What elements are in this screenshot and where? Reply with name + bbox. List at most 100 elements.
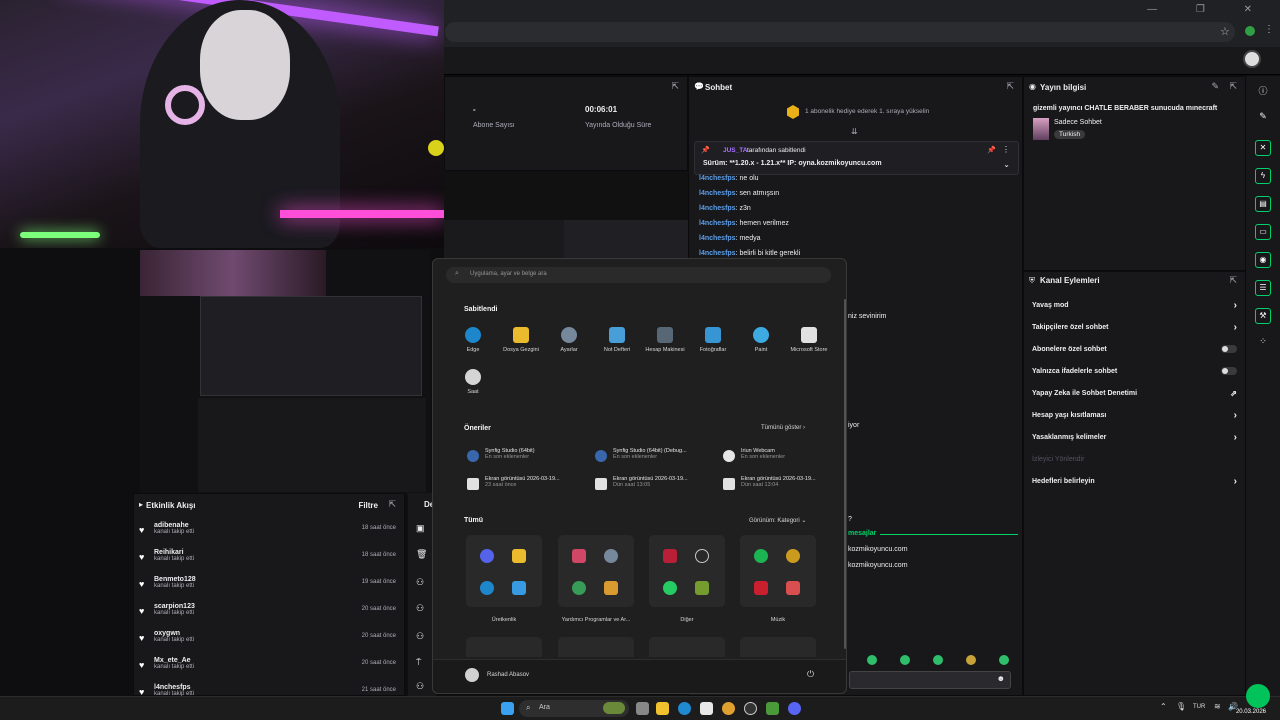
list-item[interactable]: ♥ adibenahe kanalı takip etti 18 saat önce xyxy=(134,522,404,549)
emote-icon[interactable] xyxy=(966,655,976,665)
window-controls[interactable]: — ❐ ✕ xyxy=(1147,4,1270,15)
folder-other[interactable] xyxy=(649,535,725,607)
edit-icon[interactable]: ✎ xyxy=(1211,81,1219,92)
user-name[interactable]: Rashad Abasov xyxy=(487,672,529,678)
power-icon[interactable]: ⏻ xyxy=(807,669,814,680)
chat-icon[interactable]: ▭ xyxy=(1255,224,1271,240)
chat-username[interactable]: l4nchesfps xyxy=(699,250,736,257)
taskbar-search[interactable]: ⌕ Ara xyxy=(519,700,629,717)
broadcast-icon[interactable]: ◉ xyxy=(1255,252,1271,268)
chat-username[interactable]: l4nchesfps xyxy=(699,190,736,197)
start-scrollbar[interactable] xyxy=(844,299,846,649)
chat-username[interactable]: l4nchesfps xyxy=(699,220,736,227)
recommended-item[interactable]: Synfig Studio (64bit) En son eklenenler xyxy=(463,448,583,470)
explorer-icon[interactable] xyxy=(656,702,669,715)
action-followers-only[interactable]: Takipçilere özel sohbet › xyxy=(1024,316,1245,338)
wrench-icon[interactable]: ⚒ xyxy=(1255,308,1271,324)
obs-icon[interactable] xyxy=(744,702,757,715)
recommended-item[interactable]: Ekran görüntüsü 2026-03-19... 23 saat önc… xyxy=(463,476,583,498)
store-icon[interactable] xyxy=(700,702,713,715)
emote-icon[interactable] xyxy=(933,655,943,665)
info-icon[interactable]: ⓘ xyxy=(1246,84,1280,97)
popout-icon[interactable]: ⇱ xyxy=(1006,81,1014,92)
user-add-icon[interactable]: ⚇ xyxy=(416,681,424,692)
document-icon[interactable]: ▤ xyxy=(1255,196,1271,212)
dots-icon[interactable]: ⁘ xyxy=(1246,336,1280,347)
scroll-down-icon[interactable]: ⇊ xyxy=(851,127,858,136)
popout-icon[interactable]: ⇱ xyxy=(1229,275,1237,286)
user-avatar-icon[interactable] xyxy=(465,668,479,682)
recommended-item[interactable]: Synfig Studio (64bit) (Debug... En son ek… xyxy=(591,448,711,470)
lightning-icon[interactable]: ϟ xyxy=(1255,168,1271,184)
app-edge[interactable]: Edge xyxy=(449,327,497,353)
pinned-message[interactable]: 📌 JUS_TA tarafından sabitlendi Sürüm: **… xyxy=(694,141,1019,175)
clip-icon[interactable]: ▣ xyxy=(416,523,425,534)
action-account-age[interactable]: Hesap yaşı kısıtlaması › xyxy=(1024,404,1245,426)
action-banned-words[interactable]: Yasaklanmış kelimeler › xyxy=(1024,426,1245,448)
address-bar[interactable] xyxy=(445,22,1235,42)
gift-banner[interactable]: 1 abonelik hediye ederek 1. sıraya yükse… xyxy=(805,108,929,115)
app-paint[interactable]: Paint xyxy=(737,327,785,353)
chat-input[interactable]: ☻ xyxy=(849,671,1011,689)
folder-music[interactable] xyxy=(740,535,816,607)
language-indicator[interactable]: TUR xyxy=(1193,704,1205,710)
discord-icon[interactable] xyxy=(788,702,801,715)
app-clock[interactable]: Saat xyxy=(449,369,497,395)
start-search-input[interactable]: ⌕ Uygulama, ayar ve belge ara xyxy=(446,267,831,283)
user-add-icon[interactable]: ⚇ xyxy=(416,577,424,588)
tag-badge[interactable]: Turkish xyxy=(1054,130,1086,139)
chat-username[interactable]: l4nchesfps xyxy=(699,205,736,212)
emote-icon[interactable] xyxy=(867,655,877,665)
pencil-icon[interactable]: ✎ xyxy=(1246,111,1280,122)
avatar[interactable] xyxy=(1243,50,1261,68)
action-emote-only[interactable]: Yalnızca ifadelerle sohbet xyxy=(1024,360,1245,382)
app-settings[interactable]: Ayarlar xyxy=(545,327,593,353)
show-all-button[interactable]: Tümünü göster › xyxy=(761,425,805,431)
app-notepad[interactable]: Not Defteri xyxy=(593,327,641,353)
action-ai-moderation[interactable]: Yapay Zeka ile Sohbet Denetimi ⇗ xyxy=(1024,382,1245,404)
more-icon[interactable]: ⋮ xyxy=(1002,145,1010,154)
list-item[interactable]: ♥ oxygwn kanalı takip etti 20 saat önce xyxy=(134,630,404,657)
trash-icon[interactable]: 🗑 xyxy=(416,549,427,560)
user-add-icon[interactable]: ⚇ xyxy=(416,603,424,614)
chrome-icon[interactable] xyxy=(722,702,735,715)
windows-start-icon[interactable] xyxy=(501,702,514,715)
toggle-switch[interactable] xyxy=(1221,367,1237,375)
pinned-by-user[interactable]: JUS_TA xyxy=(723,147,747,154)
list-item[interactable]: ♥ Mx_ete_Ae kanalı takip etti 20 saat önce xyxy=(134,657,404,684)
filter-button[interactable]: Filtre xyxy=(358,501,378,510)
shortcut-icon[interactable]: ✕ xyxy=(1255,140,1271,156)
list-item[interactable]: ♥ Benmeto128 kanalı takip etti 19 saat önce xyxy=(134,576,404,603)
emoji-icon[interactable]: ☻ xyxy=(997,674,1005,683)
menu-icon[interactable]: ⋮ xyxy=(1264,24,1274,35)
extension-icon[interactable] xyxy=(1245,26,1255,36)
popout-icon[interactable]: ⇱ xyxy=(1229,81,1237,92)
app-calculator[interactable]: Hesap Makinesi xyxy=(641,327,689,353)
task-view-icon[interactable] xyxy=(636,702,649,715)
floating-action-icon[interactable] xyxy=(1246,684,1270,708)
chevron-up-icon[interactable]: ⌃ xyxy=(1160,702,1167,711)
recommended-item[interactable]: Iriun Webcam En son eklenenler xyxy=(719,448,839,470)
wifi-icon[interactable]: ≋ xyxy=(1214,702,1221,711)
app-store[interactable]: Microsoft Store xyxy=(785,327,833,353)
minecraft-icon[interactable] xyxy=(766,702,779,715)
folder-productivity[interactable] xyxy=(466,535,542,607)
popout-icon[interactable]: ⇱ xyxy=(388,499,396,510)
chat-username[interactable]: l4nchesfps xyxy=(699,235,736,242)
user-add-icon[interactable]: ⚇ xyxy=(416,631,424,642)
bookmark-star-icon[interactable]: ☆ xyxy=(1220,25,1230,38)
emote-icon[interactable] xyxy=(900,655,910,665)
list-item[interactable]: ♥ scarpion123 kanalı takip etti 20 saat önc… xyxy=(134,603,404,630)
chevron-down-icon[interactable]: ⌄ xyxy=(1003,160,1010,169)
list-icon[interactable]: ☰ xyxy=(1255,280,1271,296)
toggle-switch[interactable] xyxy=(1221,345,1237,353)
pin-icon[interactable]: ⍑ xyxy=(416,657,421,668)
chat-username[interactable]: l4nchesfps xyxy=(699,175,736,182)
emote-icon[interactable] xyxy=(999,655,1009,665)
unpin-icon[interactable]: 📌 xyxy=(987,146,996,154)
list-item[interactable]: ♥ Reihikari kanalı takip etti 18 saat önce xyxy=(134,549,404,576)
folder-utilities[interactable] xyxy=(558,535,634,607)
recommended-item[interactable]: Ekran görüntüsü 2026-03-19... Dün saat 13… xyxy=(719,476,839,498)
action-subscribers-only[interactable]: Abonelere özel sohbet xyxy=(1024,338,1245,360)
app-photos[interactable]: Fotoğraflar xyxy=(689,327,737,353)
